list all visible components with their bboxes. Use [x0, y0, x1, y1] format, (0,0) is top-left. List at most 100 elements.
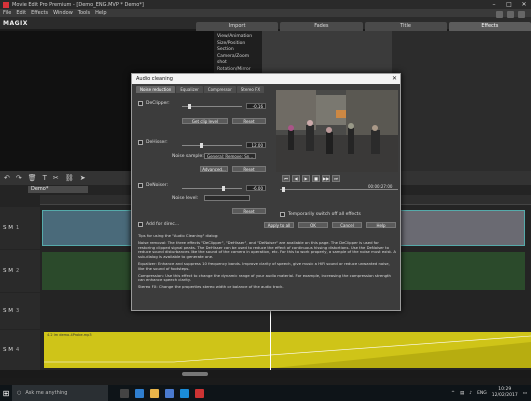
- track-4: S M 4 4.2 Im demo-4Probe.mp3: [0, 330, 531, 370]
- search-box[interactable]: ○ Ask me anything: [12, 385, 108, 401]
- denoiser-row: DeNoiser:: [138, 183, 168, 188]
- tab-compressor[interactable]: Compressor: [203, 86, 236, 93]
- help-button[interactable]: Help: [366, 222, 396, 228]
- dehisser-checkbox[interactable]: [138, 140, 143, 145]
- get-clip-level-button[interactable]: Get clip level: [182, 118, 228, 124]
- notifications-icon[interactable]: ▭: [523, 391, 527, 396]
- timeline-scrollbar[interactable]: [0, 370, 531, 378]
- noise-sample-select[interactable]: General: Remove: Sn...: [204, 153, 256, 159]
- tab-noise-reduction[interactable]: Noise reduction: [136, 86, 176, 93]
- declipper-value[interactable]: -0.16: [246, 103, 266, 109]
- denoiser-slider[interactable]: [182, 186, 242, 191]
- track-label[interactable]: S M: [3, 225, 13, 231]
- noise-level-select[interactable]: [204, 195, 250, 201]
- noise-sample-row: Noise sample:: [172, 154, 204, 159]
- delete-icon[interactable]: 🗑: [28, 174, 37, 182]
- tab-title[interactable]: Title: [364, 22, 447, 31]
- mail-icon[interactable]: [180, 388, 189, 398]
- magix-app-icon[interactable]: [195, 388, 204, 398]
- language-indicator[interactable]: ENG: [477, 391, 487, 396]
- menu-window[interactable]: Window: [53, 10, 73, 16]
- project-tab[interactable]: Demo*: [28, 186, 88, 193]
- play-icon[interactable]: ▶: [302, 175, 310, 182]
- network-icon[interactable]: ▤: [460, 391, 464, 396]
- system-tray: ^ ▤ ♪ ENG 10:29 12/02/2017 ▭: [451, 385, 527, 401]
- dehisser-reset-button[interactable]: Reset: [232, 166, 266, 172]
- slider-knob[interactable]: [222, 186, 225, 191]
- apply-to-all-button[interactable]: Apply to all: [264, 222, 294, 228]
- prev-frame-icon[interactable]: ◀: [292, 175, 300, 182]
- declipper-slider[interactable]: [182, 104, 242, 109]
- declipper-checkbox[interactable]: [138, 101, 143, 106]
- menu-edit[interactable]: Edit: [16, 10, 26, 16]
- stop-icon[interactable]: ■: [312, 175, 320, 182]
- slider-knob[interactable]: [188, 104, 191, 109]
- windows-start-icon[interactable]: ⊞: [0, 385, 12, 401]
- dehisser-value[interactable]: 12.00: [246, 142, 266, 148]
- video-preview: [276, 90, 398, 172]
- tab-stereo-fx[interactable]: Stereo FX: [236, 86, 265, 93]
- tab-fades[interactable]: Fades: [280, 22, 363, 31]
- tab-equalizer[interactable]: Equalizer: [176, 86, 203, 93]
- desc-paragraph: Compression: Use this effect to change t…: [138, 272, 391, 283]
- layout-icon[interactable]: [496, 11, 503, 18]
- denoiser-checkbox[interactable]: [138, 183, 143, 188]
- dialog-close-icon[interactable]: ✕: [392, 74, 397, 84]
- store-icon[interactable]: [165, 388, 174, 398]
- track-label[interactable]: S M: [3, 308, 13, 314]
- track-number: 2: [16, 268, 20, 274]
- minimize-button[interactable]: –: [487, 0, 501, 9]
- track-label[interactable]: S M: [3, 347, 13, 353]
- close-button[interactable]: ✕: [517, 0, 531, 9]
- skip-start-icon[interactable]: ⏮: [282, 175, 290, 182]
- music-clip[interactable]: 4.2 Im demo-4Probe.mp3: [44, 332, 531, 368]
- desc-paragraph: Stereo FX: Change the properties stereo …: [138, 284, 284, 290]
- dehisser-slider[interactable]: [182, 143, 242, 148]
- tree-item[interactable]: Camera/Zoom shot: [217, 54, 259, 67]
- preview-position-slider[interactable]: [280, 187, 398, 192]
- link-icon[interactable]: ⛓: [65, 174, 74, 182]
- clock[interactable]: 10:29 12/02/2017: [492, 387, 518, 399]
- video-clip[interactable]: [400, 210, 525, 246]
- task-view-icon[interactable]: [120, 388, 129, 398]
- slider-knob[interactable]: [200, 143, 203, 148]
- cut-icon[interactable]: ✂: [53, 174, 59, 182]
- switch-off-checkbox[interactable]: [280, 212, 285, 217]
- menu-help[interactable]: Help: [95, 10, 106, 16]
- menu-effects[interactable]: Effects: [31, 10, 48, 16]
- audio-clip[interactable]: [400, 252, 525, 290]
- denoiser-value[interactable]: -6.00: [246, 185, 266, 191]
- tab-import[interactable]: Import: [196, 22, 279, 31]
- text-icon[interactable]: T: [43, 174, 47, 182]
- add-label: Add for direc...: [146, 222, 180, 227]
- ok-button[interactable]: OK: [298, 222, 328, 228]
- declipper-reset-button[interactable]: Reset: [232, 118, 266, 124]
- redo-icon[interactable]: ↷: [16, 174, 22, 182]
- advanced-button[interactable]: Advanced...: [200, 166, 228, 172]
- maximize-button[interactable]: □: [502, 0, 516, 9]
- explorer-icon[interactable]: [150, 388, 159, 398]
- volume-icon[interactable]: ♪: [469, 391, 472, 396]
- skip-end-icon[interactable]: ⏭: [332, 175, 340, 182]
- desc-paragraph: Equalizer: Enhance and suppress 10 frequ…: [138, 260, 390, 271]
- add-checkbox[interactable]: [138, 222, 143, 227]
- next-frame-icon[interactable]: ▶▶: [322, 175, 330, 182]
- scrollbar-thumb[interactable]: [182, 372, 208, 376]
- help-icon[interactable]: [518, 11, 525, 18]
- cancel-button[interactable]: Cancel: [332, 222, 362, 228]
- pinned-apps: [120, 388, 204, 398]
- pointer-icon[interactable]: ➤: [80, 174, 86, 182]
- audio-clip[interactable]: [42, 252, 132, 290]
- denoiser-reset-button[interactable]: Reset: [232, 208, 266, 214]
- settings-icon[interactable]: [507, 11, 514, 18]
- tray-chevron-icon[interactable]: ^: [451, 391, 455, 396]
- slider-knob[interactable]: [282, 187, 285, 192]
- media-tabs: Import Fades Title Effects: [196, 22, 531, 31]
- tab-effects[interactable]: Effects: [448, 22, 531, 31]
- menu-tools[interactable]: Tools: [78, 10, 90, 16]
- video-clip[interactable]: [42, 210, 132, 246]
- track-label[interactable]: S M: [3, 268, 13, 274]
- undo-icon[interactable]: ↶: [4, 174, 10, 182]
- edge-icon[interactable]: [135, 388, 144, 398]
- menu-file[interactable]: File: [3, 10, 11, 16]
